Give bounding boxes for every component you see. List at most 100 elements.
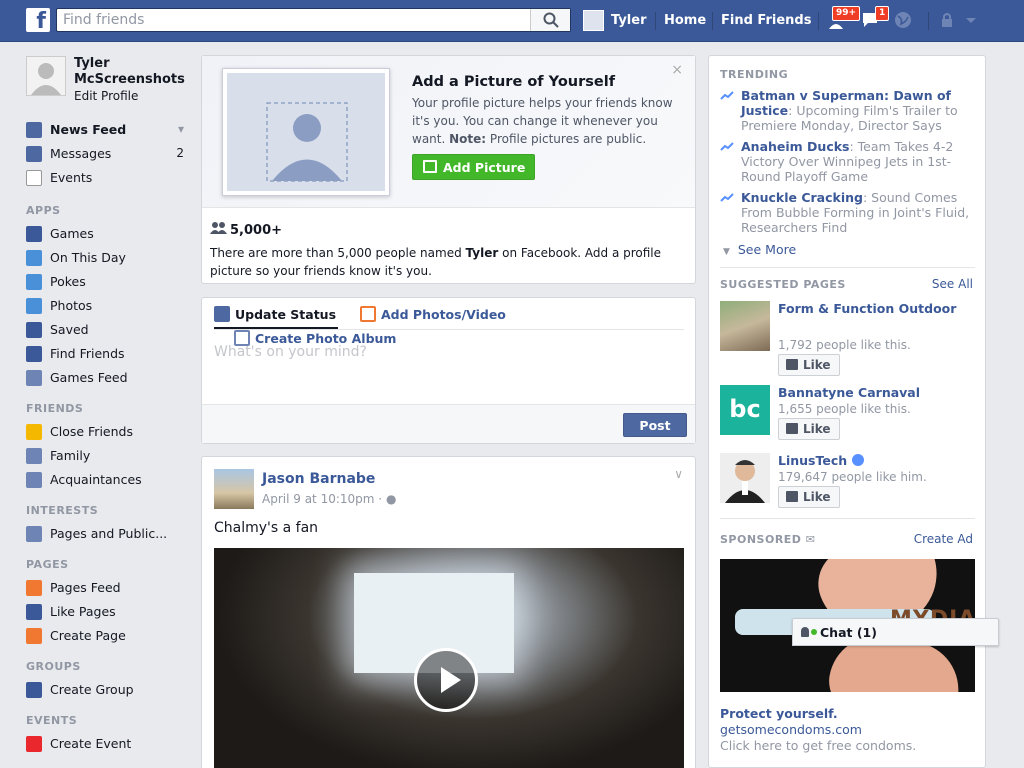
divider (712, 12, 713, 30)
page-image[interactable]: bc (720, 385, 770, 435)
page-name[interactable]: LinusTech (778, 453, 968, 469)
play-button[interactable] (414, 648, 478, 712)
sidebar-item-find-friends[interactable]: Find Friends (26, 344, 196, 364)
create-ad-link[interactable]: Create Ad (914, 532, 973, 546)
page-image[interactable] (720, 301, 770, 351)
sidebar-item-create-group[interactable]: Create Group (26, 680, 196, 700)
like-button[interactable]: Like (778, 418, 840, 440)
interests-section-header[interactable]: INTERESTS (26, 504, 98, 517)
page-image[interactable] (720, 453, 770, 503)
trending-item[interactable]: Batman v Superman: Dawn of Justice: Upco… (720, 88, 975, 133)
profile-picture[interactable] (26, 56, 66, 96)
sidebar-item-family[interactable]: Family (26, 446, 196, 466)
tab-update-status-label: Update Status (235, 307, 337, 322)
apps-section-header[interactable]: APPS (26, 204, 61, 217)
post-author[interactable]: Jason Barnabe (262, 471, 375, 487)
sidebar-item-label: News Feed (50, 122, 127, 137)
trending-item[interactable]: Knuckle Cracking: Sound Comes From Bubbl… (720, 190, 975, 235)
photos-icon (26, 298, 42, 314)
page-name[interactable]: Bannatyne Carnaval (778, 385, 968, 401)
find-friends-link[interactable]: Find Friends (721, 13, 811, 28)
sidebar-item-games-feed[interactable]: Games Feed (26, 368, 196, 388)
post-video[interactable] (214, 548, 684, 768)
sidebar-item-news-feed[interactable]: News Feed ▾ (26, 120, 196, 140)
name-desc-pre: There are more than 5,000 people named (210, 246, 462, 260)
list-icon (26, 526, 42, 542)
page-likes: 1,792 people like this. (778, 338, 911, 352)
events-section-header[interactable]: EVENTS (26, 714, 77, 727)
suggested-page: Form & Function Outdoor 1,792 people lik… (720, 301, 975, 376)
edit-profile-link[interactable]: Edit Profile (74, 89, 138, 103)
add-picture-button[interactable]: Add Picture (412, 154, 535, 180)
search-button[interactable] (530, 9, 570, 31)
post-button[interactable]: Post (623, 413, 687, 437)
status-input[interactable] (214, 343, 684, 361)
suggested-pages-header: SUGGESTED PAGES (720, 278, 846, 291)
sidebar-item-games[interactable]: Games (26, 224, 196, 244)
divider (720, 267, 975, 268)
notifications-button[interactable] (893, 10, 917, 32)
verified-badge-icon (851, 454, 864, 466)
profile-name[interactable]: Tyler McScreenshots (74, 56, 194, 88)
note-text: Profile pictures are public. (489, 132, 647, 146)
account-menu-button[interactable] (964, 10, 988, 32)
page-name[interactable]: Form & Function Outdoor (778, 301, 968, 317)
friends-section-header[interactable]: FRIENDS (26, 402, 83, 415)
like-button[interactable]: Like (778, 486, 840, 508)
clock-icon (26, 250, 42, 266)
online-dot-icon (811, 629, 817, 635)
chevron-down-icon[interactable]: ▾ (178, 122, 184, 136)
facebook-logo-icon[interactable]: f (26, 8, 50, 32)
sidebar-item-close-friends[interactable]: Close Friends (26, 422, 196, 442)
sidebar-item-messages[interactable]: Messages 2 (26, 144, 196, 164)
ad-url[interactable]: getsomecondoms.com (720, 722, 862, 737)
author-avatar[interactable] (214, 469, 254, 509)
trending-item[interactable]: Anaheim Ducks: Team Takes 4-2 Victory Ov… (720, 139, 975, 184)
search-input[interactable] (57, 9, 527, 31)
close-icon[interactable]: × (671, 62, 683, 78)
search-icon (543, 12, 559, 28)
friend-requests-button[interactable]: 99+ (828, 6, 861, 32)
post-options-chevron-icon[interactable]: ∨ (674, 467, 683, 481)
top-user-name: Tyler (611, 13, 647, 28)
bc-logo: bc (729, 395, 761, 423)
groups-section-header[interactable]: GROUPS (26, 660, 81, 673)
see-more-link[interactable]: ▼ See More (723, 242, 796, 257)
sidebar-item-acquaintances[interactable]: Acquaintances (26, 470, 196, 490)
trending-arrow-icon (720, 142, 734, 151)
tab-add-photos[interactable]: Add Photos/Video (360, 306, 506, 322)
messages-badge: 1 (875, 6, 890, 21)
trending-title: Knuckle Cracking (741, 190, 863, 205)
sidebar-item-pages-feed[interactable]: Pages Feed (26, 578, 196, 598)
sidebar-item-label: Acquaintances (50, 472, 142, 487)
gamepad-icon (26, 370, 42, 386)
avatar (583, 10, 604, 31)
sidebar-item-label: Events (50, 170, 93, 185)
sidebar-item-pokes[interactable]: Pokes (26, 272, 196, 292)
sidebar-item-pages-and-public[interactable]: Pages and Public... (26, 524, 196, 544)
sidebar-item-label: Messages (50, 146, 112, 161)
home-link[interactable]: Home (664, 13, 706, 28)
sidebar-item-create-event[interactable]: Create Event (26, 734, 196, 754)
post-time[interactable]: April 9 at 10:10pm (262, 492, 374, 506)
ad-title[interactable]: Protect yourself. (720, 706, 838, 721)
pages-section-header[interactable]: PAGES (26, 558, 69, 571)
add-picture-label: Add Picture (443, 160, 526, 175)
chat-tab[interactable]: Chat (1) (792, 618, 999, 646)
messages-button[interactable]: 1 (861, 6, 890, 32)
sidebar-item-like-pages[interactable]: Like Pages (26, 602, 196, 622)
sidebar-item-events[interactable]: Events (26, 168, 196, 188)
sidebar-item-photos[interactable]: Photos (26, 296, 196, 316)
sidebar-item-saved[interactable]: Saved (26, 320, 196, 340)
sidebar-item-label: Photos (50, 298, 93, 313)
divider (928, 12, 929, 30)
privacy-button[interactable] (938, 10, 962, 32)
add-picture-title: Add a Picture of Yourself (412, 74, 616, 90)
sidebar-item-create-page[interactable]: Create Page (26, 626, 196, 646)
sidebar-item-on-this-day[interactable]: On This Day (26, 248, 196, 268)
like-button[interactable]: Like (778, 354, 840, 376)
tab-update-status[interactable]: Update Status (214, 306, 336, 322)
person-icon (725, 460, 765, 503)
see-all-link[interactable]: See All (932, 277, 973, 291)
silhouette-icon (266, 102, 348, 182)
